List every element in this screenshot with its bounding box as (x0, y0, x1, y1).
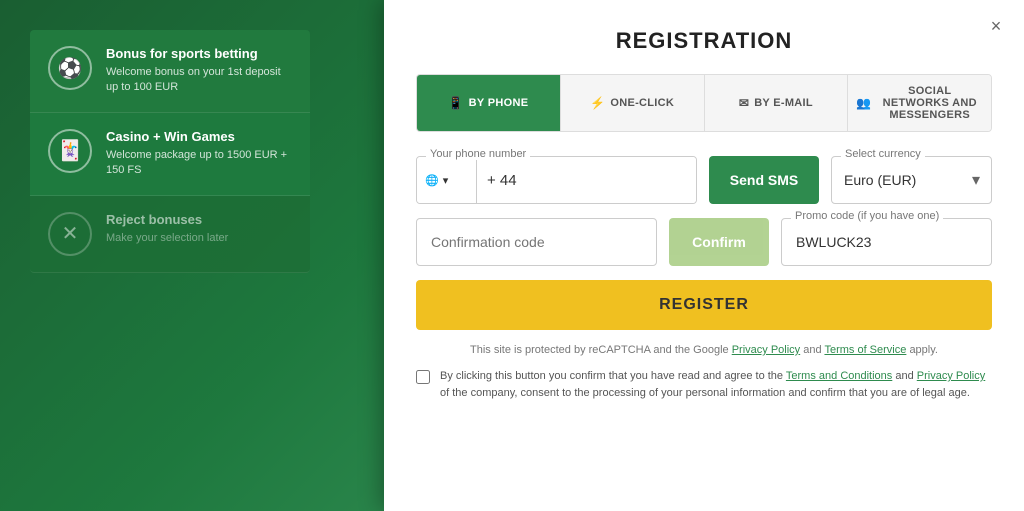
sidebar-casino-desc: Welcome package up to 1500 EUR + 150 FS (106, 148, 292, 179)
terms-privacy-link[interactable]: Privacy Policy (917, 370, 985, 382)
tab-one-click-label: ONE-CLICK (610, 97, 674, 109)
phone-tab-icon: 📱 (448, 96, 463, 110)
registration-modal: × REGISTRATION 📱 BY PHONE ⚡ ONE-CLICK ✉ … (384, 0, 1024, 511)
sidebar-item-bonus-sports[interactable]: ⚽ Bonus for sports betting Welcome bonus… (30, 30, 310, 113)
sidebar: ⚽ Bonus for sports betting Welcome bonus… (30, 30, 310, 273)
terms-conditions-link[interactable]: Terms and Conditions (786, 370, 892, 382)
tab-by-phone-label: BY PHONE (469, 97, 529, 109)
terms-suffix: of the company, consent to the processin… (440, 387, 970, 399)
terms-and: and (895, 370, 916, 382)
reject-icon: ✕ (48, 212, 92, 256)
flag-icon: 🌐 (425, 174, 439, 187)
tab-by-phone[interactable]: 📱 BY PHONE (417, 75, 561, 131)
registration-tabs: 📱 BY PHONE ⚡ ONE-CLICK ✉ BY E-MAIL 👥 SOC… (416, 74, 992, 132)
tab-by-email-label: BY E-MAIL (754, 97, 813, 109)
promo-code-input[interactable] (781, 218, 992, 266)
sidebar-bonus-title: Bonus for sports betting (106, 46, 292, 61)
register-button[interactable]: REGISTER (416, 280, 992, 330)
terms-row: By clicking this button you confirm that… (416, 368, 992, 401)
sidebar-casino-title: Casino + Win Games (106, 129, 292, 144)
phone-input-group: Your phone number 🌐 ▾ (416, 156, 697, 204)
sidebar-reject-title: Reject bonuses (106, 212, 228, 227)
confirmation-promo-row: Confirm Promo code (if you have one) (416, 218, 992, 266)
soccer-ball-icon: ⚽ (48, 46, 92, 90)
sidebar-reject-desc: Make your selection later (106, 231, 228, 246)
cards-icon: 🃏 (48, 129, 92, 173)
terms-prefix: By clicking this button you confirm that… (440, 370, 783, 382)
close-button[interactable]: × (984, 14, 1008, 38)
email-tab-icon: ✉ (739, 96, 749, 110)
send-sms-button[interactable]: Send SMS (709, 156, 819, 204)
confirmation-code-input[interactable] (416, 218, 657, 266)
phone-label: Your phone number (426, 148, 530, 160)
tab-one-click[interactable]: ⚡ ONE-CLICK (561, 75, 705, 131)
phone-currency-row: Your phone number 🌐 ▾ Send SMS Select cu… (416, 156, 992, 204)
social-tab-icon: 👥 (856, 96, 871, 110)
captcha-terms-link[interactable]: Terms of Service (824, 344, 906, 356)
currency-label: Select currency (841, 148, 925, 160)
captcha-privacy-link[interactable]: Privacy Policy (732, 344, 800, 356)
sidebar-item-casino[interactable]: 🃏 Casino + Win Games Welcome package up … (30, 113, 310, 196)
terms-text: By clicking this button you confirm that… (440, 368, 992, 401)
flag-chevron: ▾ (443, 174, 449, 187)
phone-number-input[interactable] (477, 157, 696, 203)
confirm-button[interactable]: Confirm (669, 218, 769, 266)
tab-social-networks[interactable]: 👥 SOCIAL NETWORKS AND MESSENGERS (848, 75, 991, 131)
sidebar-casino-text: Casino + Win Games Welcome package up to… (106, 129, 292, 179)
sidebar-item-reject[interactable]: ✕ Reject bonuses Make your selection lat… (30, 196, 310, 273)
modal-title: REGISTRATION (416, 28, 992, 54)
promo-input-wrapper: Promo code (if you have one) (781, 218, 992, 266)
captcha-notice: This site is protected by reCAPTCHA and … (416, 344, 992, 356)
sidebar-reject-text: Reject bonuses Make your selection later (106, 212, 228, 246)
tab-social-label: SOCIAL NETWORKS AND MESSENGERS (877, 85, 984, 121)
phone-flag-selector[interactable]: 🌐 ▾ (417, 157, 477, 203)
phone-input-wrapper: 🌐 ▾ (416, 156, 697, 204)
currency-select-wrapper: Select currency Euro (EUR) USD GBP BTC ▾ (831, 156, 992, 204)
currency-select[interactable]: Euro (EUR) USD GBP BTC (831, 156, 992, 204)
captcha-text: This site is protected by reCAPTCHA and … (470, 344, 729, 356)
sidebar-bonus-text: Bonus for sports betting Welcome bonus o… (106, 46, 292, 96)
terms-checkbox[interactable] (416, 370, 430, 384)
captcha-apply: apply. (909, 344, 938, 356)
lightning-tab-icon: ⚡ (590, 96, 605, 110)
promo-label: Promo code (if you have one) (791, 210, 943, 222)
tab-by-email[interactable]: ✉ BY E-MAIL (705, 75, 849, 131)
sidebar-bonus-desc: Welcome bonus on your 1st deposit up to … (106, 65, 292, 96)
captcha-and: and (803, 344, 821, 356)
